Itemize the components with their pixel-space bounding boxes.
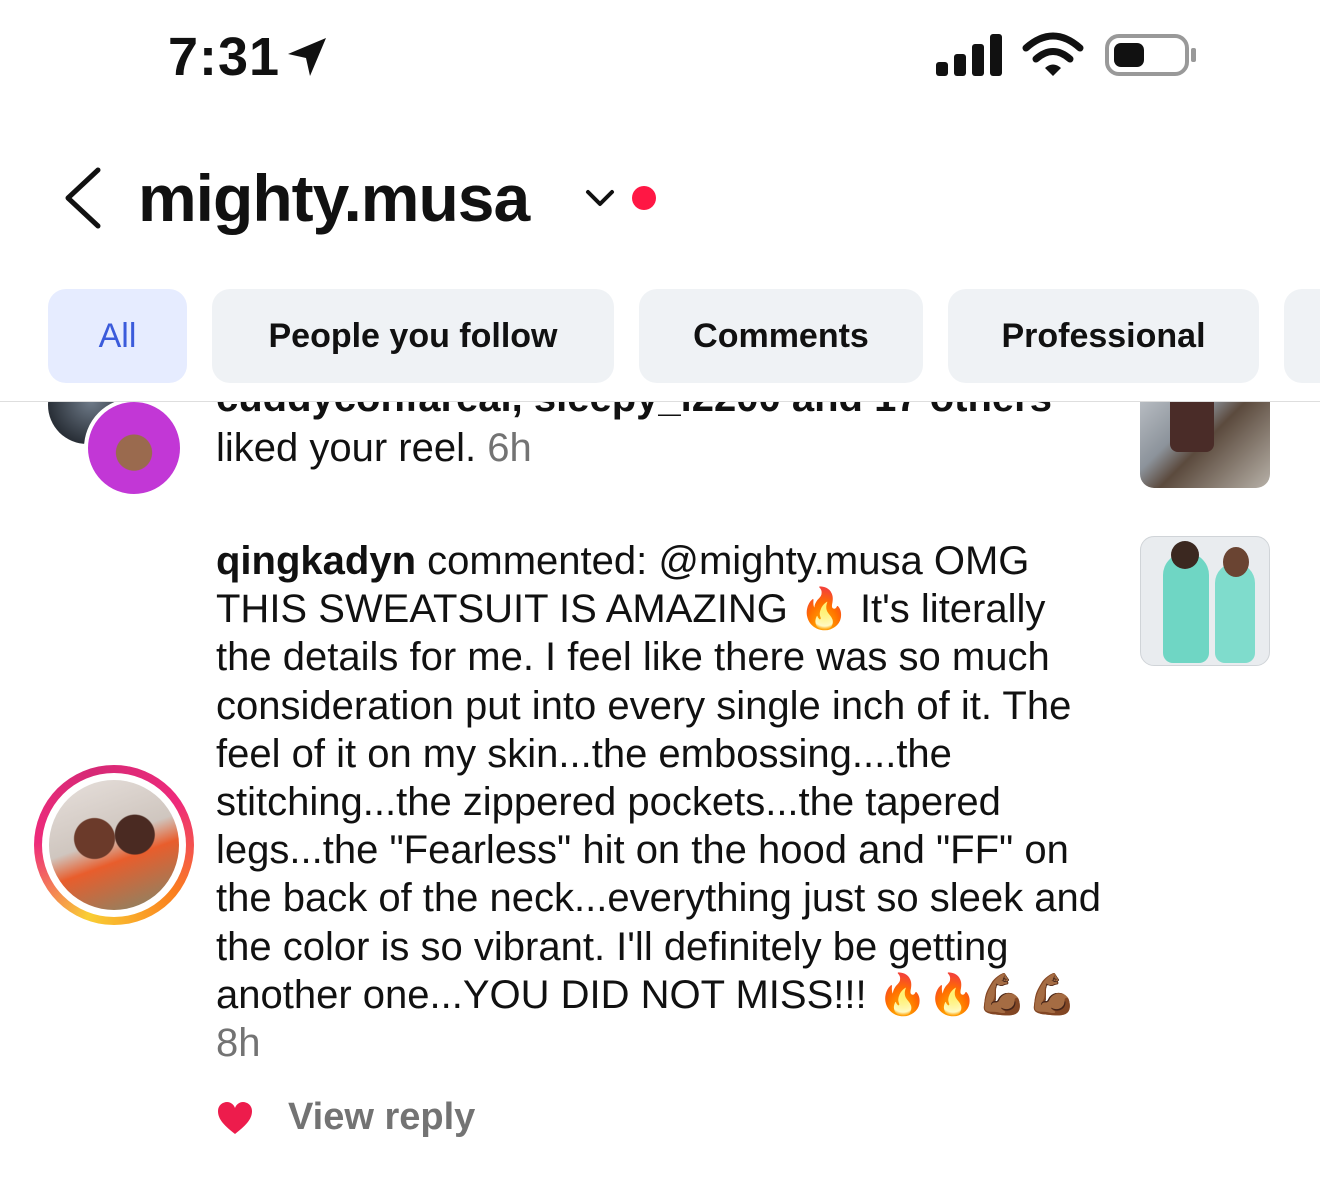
comment-username[interactable]: qingkadyn <box>216 539 416 583</box>
chevron-left-icon[interactable] <box>58 164 110 232</box>
avatar[interactable] <box>84 402 184 498</box>
notification-time: 8h <box>216 1021 261 1066</box>
notification-cut-line: cuddyconfareal, sleepy_i2200 and 17 othe… <box>216 402 1116 422</box>
notification-time: 6h <box>487 426 532 470</box>
wifi-icon <box>1022 32 1084 76</box>
filter-chip-more[interactable] <box>1284 289 1320 383</box>
filter-chip-all[interactable]: All <box>48 289 187 383</box>
chevron-down-icon[interactable] <box>584 186 616 210</box>
filter-chip-label: Professional <box>1001 316 1206 355</box>
view-reply-button[interactable]: View reply <box>288 1096 475 1139</box>
notification-like-row[interactable]: cuddyconfareal, sleepy_i2200 and 17 othe… <box>0 402 1320 512</box>
filter-chip-label: All <box>98 316 137 355</box>
location-arrow-icon <box>288 38 326 76</box>
filter-chip-professional[interactable]: Professional <box>948 289 1259 383</box>
filter-chip-label: People you follow <box>268 316 558 355</box>
unread-dot <box>632 186 656 210</box>
avatar <box>49 780 179 910</box>
filter-chip-people-you-follow[interactable]: People you follow <box>212 289 614 383</box>
reel-thumbnail[interactable] <box>1140 402 1270 488</box>
comment-body: @mighty.musa OMG THIS SWEATSUIT IS AMAZI… <box>216 539 1101 1017</box>
comment-action: commented: <box>416 539 659 583</box>
notification-text: liked your reel. 6h <box>216 426 532 470</box>
battery-icon <box>1105 34 1196 76</box>
comment-notification-text: qingkadyn commented: @mighty.musa OMG TH… <box>216 537 1106 1067</box>
story-avatar[interactable] <box>34 765 194 925</box>
page-title[interactable]: mighty.musa <box>138 160 530 236</box>
filter-chip-label: Comments <box>693 316 869 355</box>
post-thumbnail[interactable] <box>1140 536 1270 666</box>
heart-icon[interactable] <box>216 1100 254 1136</box>
filter-chip-comments[interactable]: Comments <box>639 289 923 383</box>
cellular-signal-icon <box>936 34 1002 76</box>
status-time: 7:31 <box>168 27 281 87</box>
